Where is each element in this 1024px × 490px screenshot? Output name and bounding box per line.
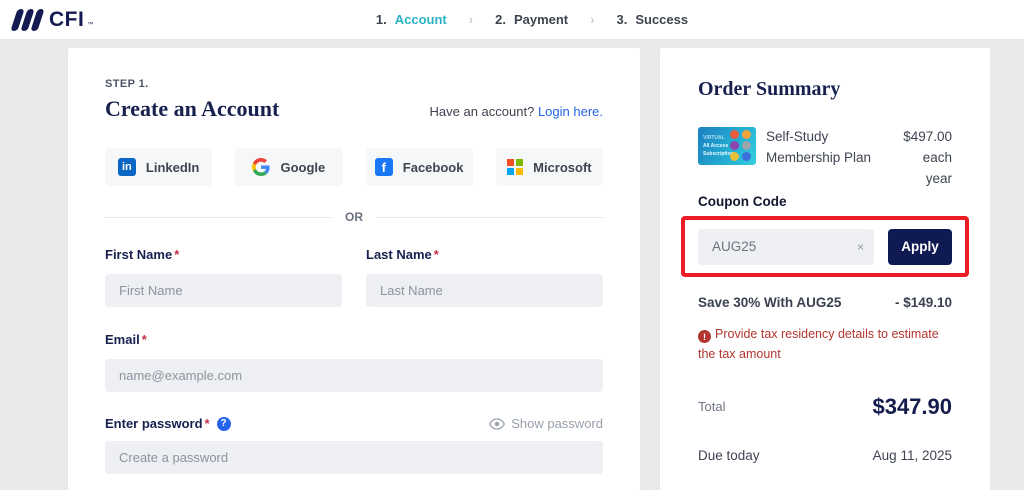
login-prompt: Have an account? Login here. [430, 104, 603, 122]
order-summary-title: Order Summary [698, 78, 952, 101]
linkedin-button-label: LinkedIn [146, 160, 199, 175]
discount-row: Save 30% With AUG25 - $149.10 [698, 295, 952, 310]
step-account[interactable]: 1. Account [376, 12, 447, 27]
plan-price-amount: $497.00 [894, 127, 952, 148]
total-label: Total [698, 399, 725, 414]
facebook-icon: f [375, 158, 393, 176]
product-row: VIRTUAL All Access Subscription Self-Stu… [698, 127, 952, 190]
show-password-toggle[interactable]: Show password [489, 416, 603, 431]
due-today-row: Due today Aug 11, 2025 [698, 448, 952, 463]
last-name-field[interactable] [366, 274, 603, 307]
step-success: 3. Success [616, 12, 688, 27]
linkedin-icon: in [118, 158, 136, 176]
order-summary-card: Order Summary VIRTUAL All Access Subscri… [660, 48, 990, 490]
chevron-right-icon: › [590, 12, 594, 27]
step-payment: 2. Payment [495, 12, 568, 27]
microsoft-button-label: Microsoft [533, 160, 592, 175]
step-label: STEP 1. [105, 78, 603, 90]
step-success-label: Success [635, 12, 688, 27]
plan-name: Self-Study Membership Plan [766, 127, 894, 190]
thumb-decoration [730, 130, 752, 161]
email-label: Email* [105, 332, 147, 347]
chevron-right-icon: › [469, 12, 473, 27]
required-asterisk: * [205, 416, 210, 431]
plan-price-period: each year [894, 148, 952, 190]
coupon-code-label: Coupon Code [698, 194, 952, 209]
cfi-logo: CFI ™ [14, 8, 93, 32]
login-prompt-text: Have an account? [430, 104, 535, 119]
email-field[interactable] [105, 359, 603, 392]
last-name-label: Last Name* [366, 247, 439, 262]
coupon-code-input[interactable] [698, 229, 874, 265]
total-row: Total $347.90 [698, 394, 952, 420]
step-payment-number: 2. [495, 12, 506, 27]
step-account-label: Account [395, 12, 447, 27]
thumb-text: Subscription [703, 150, 734, 158]
or-divider: OR [105, 210, 603, 224]
social-login-row: in LinkedIn Google f Facebook Microsoft [105, 148, 603, 186]
cfi-logo-text: CFI [49, 8, 84, 32]
show-password-label: Show password [511, 416, 603, 431]
create-account-card: STEP 1. Create an Account Have an accoun… [68, 48, 640, 490]
first-name-label: First Name* [105, 247, 179, 262]
thumb-text: All Access [703, 142, 734, 150]
required-asterisk: * [434, 247, 439, 262]
cfi-logo-icon [10, 9, 44, 31]
warning-icon: ! [698, 330, 711, 343]
page-title: Create an Account [105, 96, 279, 122]
page-body: STEP 1. Create an Account Have an accoun… [0, 40, 1024, 490]
tax-warning: !Provide tax residency details to estima… [698, 324, 952, 364]
password-help-icon[interactable]: ? [217, 417, 231, 431]
tax-warning-text: Provide tax residency details to estimat… [698, 327, 939, 361]
step-success-number: 3. [616, 12, 627, 27]
top-header: CFI ™ 1. Account › 2. Payment › 3. Succe… [0, 0, 1024, 40]
due-today-label: Due today [698, 448, 760, 463]
microsoft-icon [507, 159, 523, 175]
total-amount: $347.90 [872, 394, 952, 420]
required-asterisk: * [142, 332, 147, 347]
step-payment-label: Payment [514, 12, 568, 27]
google-icon [252, 158, 270, 176]
coupon-row: × Apply [698, 229, 952, 265]
plan-price: $497.00 each year [894, 127, 952, 190]
coupon-clear-icon[interactable]: × [857, 240, 864, 254]
required-asterisk: * [174, 247, 179, 262]
discount-amount: - $149.10 [895, 295, 952, 310]
google-button-label: Google [280, 160, 325, 175]
linkedin-login-button[interactable]: in LinkedIn [105, 148, 212, 186]
cfi-logo-trademark: ™ [87, 22, 93, 28]
microsoft-login-button[interactable]: Microsoft [496, 148, 603, 186]
thumb-text: VIRTUAL [703, 134, 734, 142]
password-field[interactable] [105, 441, 603, 474]
google-login-button[interactable]: Google [235, 148, 342, 186]
first-name-field[interactable] [105, 274, 342, 307]
due-today-date: Aug 11, 2025 [873, 448, 952, 463]
facebook-login-button[interactable]: f Facebook [366, 148, 473, 186]
checkout-progress: 1. Account › 2. Payment › 3. Success [376, 12, 688, 27]
or-divider-text: OR [345, 210, 363, 224]
discount-label: Save 30% With AUG25 [698, 295, 841, 310]
facebook-button-label: Facebook [403, 160, 464, 175]
step-account-number: 1. [376, 12, 387, 27]
eye-icon [489, 418, 505, 430]
product-thumbnail: VIRTUAL All Access Subscription [698, 127, 756, 165]
apply-coupon-button[interactable]: Apply [888, 229, 952, 265]
login-link[interactable]: Login here. [538, 104, 603, 119]
password-label: Enter password* [105, 416, 210, 431]
